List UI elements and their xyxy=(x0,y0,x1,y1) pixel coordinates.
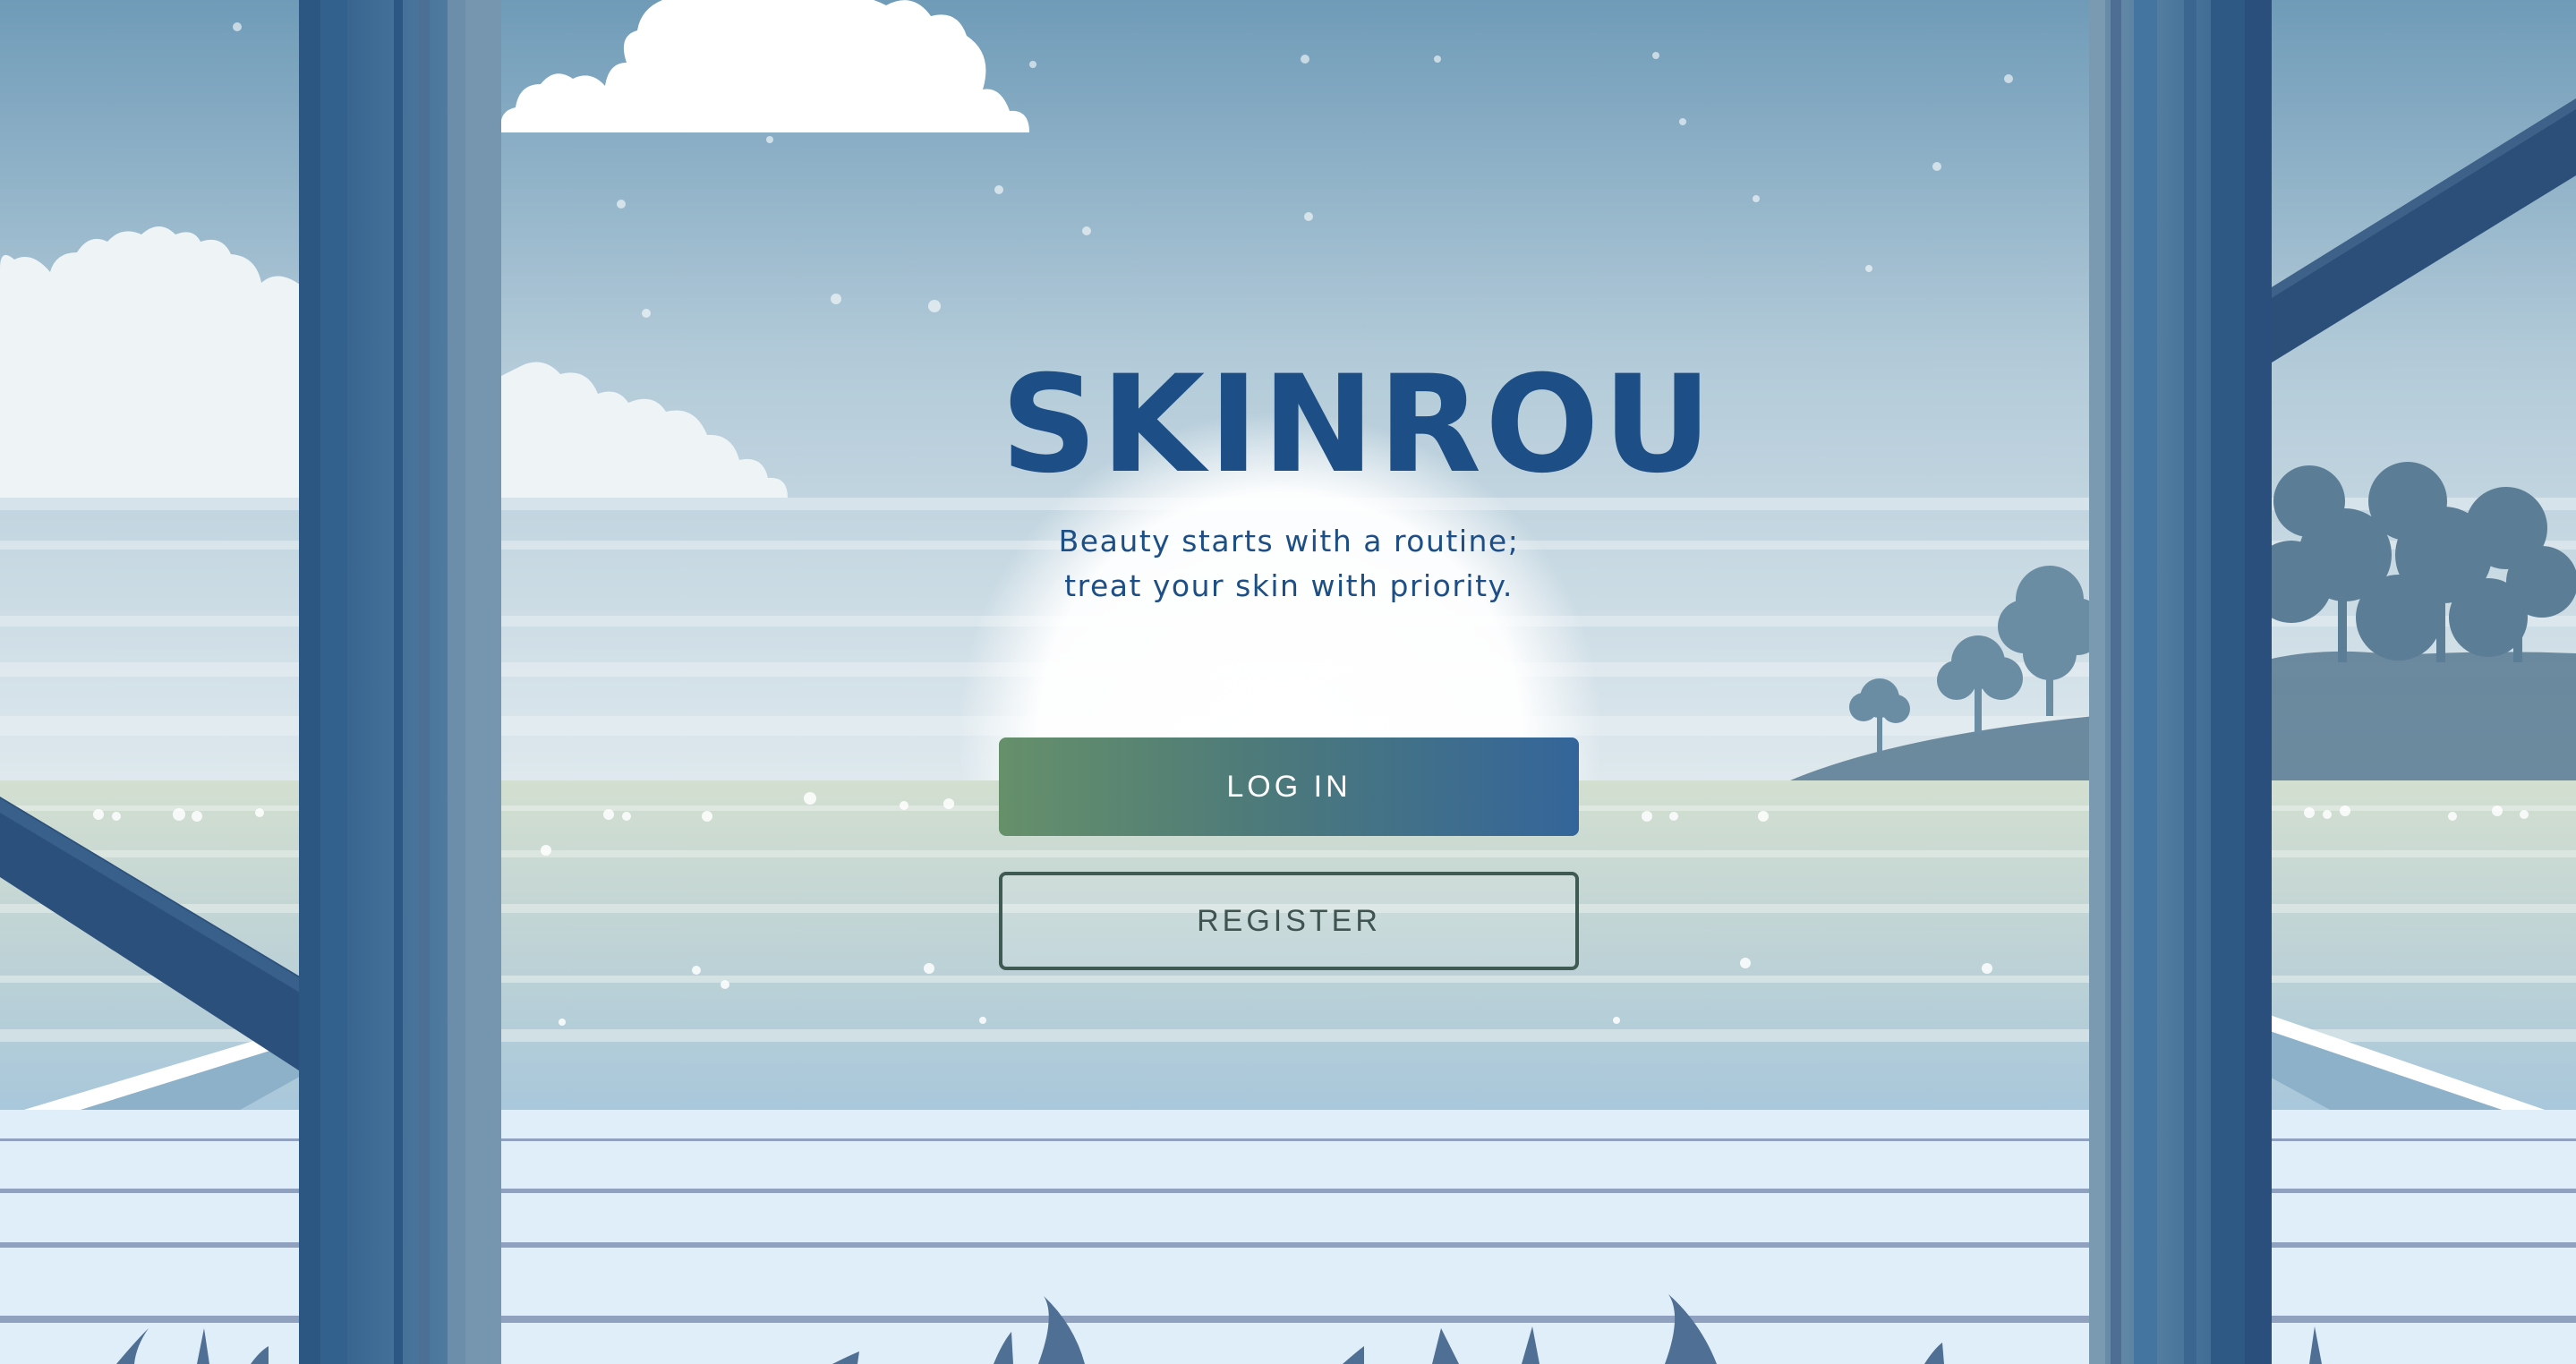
brand-logo: SKINROU xyxy=(1001,347,1716,503)
brand-tagline: Beauty starts with a routine; treat your… xyxy=(895,519,1683,609)
login-panel: SKINROU Beauty starts with a routine; tr… xyxy=(0,0,2576,1364)
tagline-line-2: treat your skin with priority. xyxy=(1064,568,1514,603)
tagline-line-1: Beauty starts with a routine; xyxy=(1058,524,1520,558)
login-button[interactable]: LOG IN xyxy=(999,737,1579,836)
register-button[interactable]: REGISTER xyxy=(999,872,1579,970)
